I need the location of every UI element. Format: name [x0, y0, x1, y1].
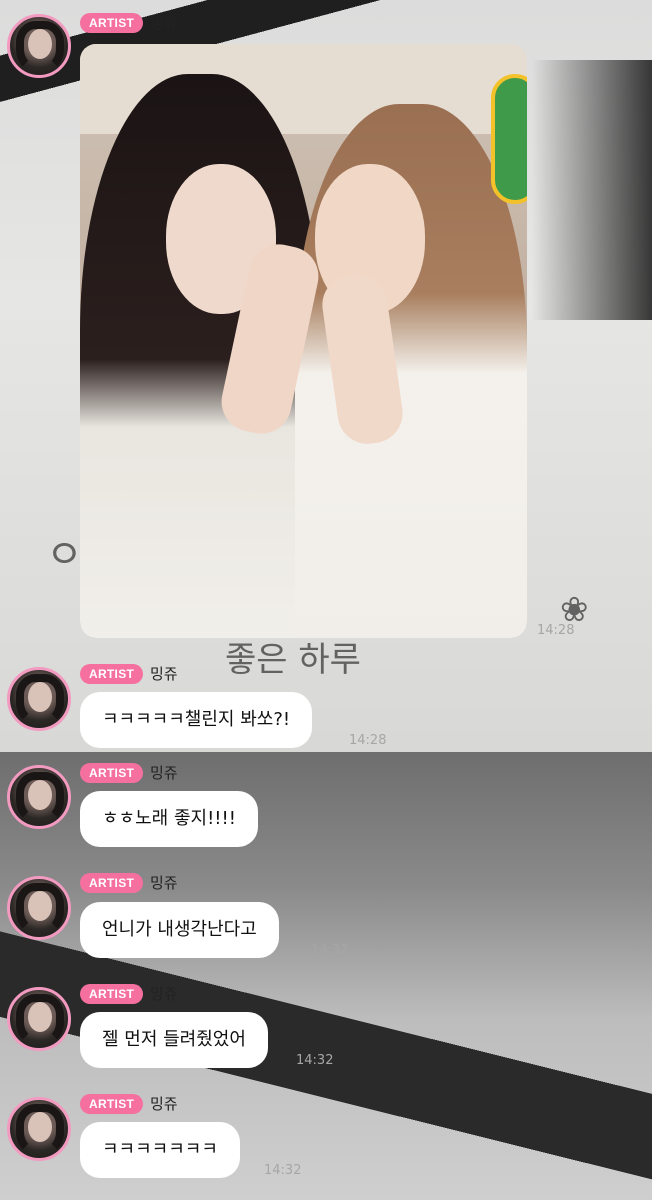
- plush-toy-image: [491, 74, 527, 204]
- avatar[interactable]: [7, 987, 71, 1051]
- artist-badge: ARTIST: [80, 984, 144, 1004]
- artist-badge: ARTIST: [80, 873, 144, 893]
- artist-badge: ARTIST: [80, 763, 144, 783]
- avatar[interactable]: [7, 876, 71, 940]
- sender-name: 밍쥬: [150, 1095, 178, 1113]
- avatar[interactable]: [7, 1097, 71, 1161]
- message-bubble[interactable]: ㅋㅋㅋㅋㅋ챌린지 봐쏘?!: [80, 692, 313, 748]
- artist-badge: ARTIST: [80, 1094, 144, 1114]
- avatar[interactable]: [7, 765, 71, 829]
- message-bubble[interactable]: ㅎㅎ노래 좋지!!!!: [80, 791, 258, 847]
- message-bubble[interactable]: ㅋㅋㅋㅋㅋㅋㅋ: [80, 1122, 240, 1178]
- timestamp: 14:28: [537, 623, 575, 638]
- sender-name: 밍쥬: [150, 14, 178, 32]
- message-bubble[interactable]: 언니가 내생각난다고: [80, 902, 279, 958]
- sender-name: 밍쥬: [150, 764, 178, 782]
- background-handwriting-2: 좋은 하루: [225, 640, 361, 680]
- timestamp: 14:28: [349, 733, 387, 748]
- timestamp: 14:32: [311, 943, 349, 958]
- sender-name: 밍쥬: [150, 985, 178, 1003]
- message-bubble[interactable]: 젤 먼저 들려줬었어: [80, 1012, 268, 1068]
- background-shadow: [532, 60, 652, 320]
- timestamp: 14:32: [296, 1053, 334, 1068]
- artist-badge: ARTIST: [80, 13, 144, 33]
- shared-photo[interactable]: [80, 44, 527, 638]
- sender-name: 밍쥬: [150, 874, 178, 892]
- avatar[interactable]: [7, 14, 71, 78]
- timestamp: 14:32: [264, 1163, 302, 1178]
- sender-name: 밍쥬: [150, 665, 178, 683]
- background-handwriting-1: ㅇ: [46, 532, 83, 578]
- avatar[interactable]: [7, 667, 71, 731]
- artist-badge: ARTIST: [80, 664, 144, 684]
